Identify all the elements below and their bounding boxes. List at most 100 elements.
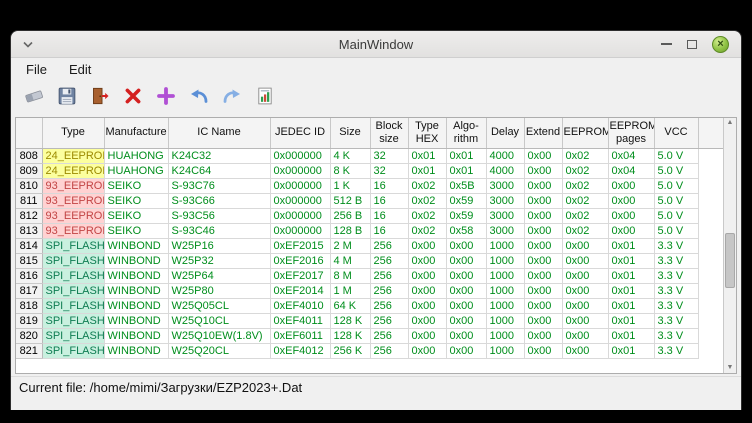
- cell-manufacture[interactable]: WINBOND: [104, 343, 168, 358]
- column-header[interactable]: Size: [330, 118, 370, 148]
- cell-size[interactable]: 1 K: [330, 178, 370, 193]
- cell-ic_name[interactable]: S-93C66: [168, 193, 270, 208]
- window-menu-chevron-icon[interactable]: [23, 41, 33, 48]
- cell-eeprom[interactable]: 0x00: [562, 298, 608, 313]
- cell-type[interactable]: 93_EEPROM: [42, 208, 104, 223]
- cell-eeprom[interactable]: 0x02: [562, 223, 608, 238]
- cell-vcc[interactable]: 3.3 V: [654, 328, 698, 343]
- cell-delay[interactable]: 1000: [486, 343, 524, 358]
- row-number[interactable]: 821: [16, 343, 42, 358]
- cell-eeprom_pages[interactable]: 0x04: [608, 163, 654, 178]
- column-header[interactable]: VCC: [654, 118, 698, 148]
- cell-vcc[interactable]: 5.0 V: [654, 193, 698, 208]
- row-number[interactable]: 817: [16, 283, 42, 298]
- cell-eeprom[interactable]: 0x00: [562, 313, 608, 328]
- row-number[interactable]: 810: [16, 178, 42, 193]
- cell-vcc[interactable]: 5.0 V: [654, 148, 698, 163]
- cell-jedec_id[interactable]: 0x000000: [270, 223, 330, 238]
- cell-jedec_id[interactable]: 0xEF4011: [270, 313, 330, 328]
- cell-size[interactable]: 2 M: [330, 238, 370, 253]
- column-header[interactable]: Type HEX: [408, 118, 446, 148]
- cell-jedec_id[interactable]: 0x000000: [270, 163, 330, 178]
- cell-type_hex[interactable]: 0x00: [408, 238, 446, 253]
- cell-delay[interactable]: 3000: [486, 178, 524, 193]
- cell-size[interactable]: 1 M: [330, 283, 370, 298]
- cell-type[interactable]: 93_EEPROM: [42, 193, 104, 208]
- cell-extend[interactable]: 0x00: [524, 328, 562, 343]
- cell-ic_name[interactable]: W25P64: [168, 268, 270, 283]
- cell-vcc[interactable]: 5.0 V: [654, 208, 698, 223]
- cell-algorithm[interactable]: 0x00: [446, 343, 486, 358]
- cell-jedec_id[interactable]: 0xEF4012: [270, 343, 330, 358]
- cell-delay[interactable]: 4000: [486, 163, 524, 178]
- column-header[interactable]: Block size: [370, 118, 408, 148]
- cell-delay[interactable]: 3000: [486, 208, 524, 223]
- menu-edit[interactable]: Edit: [66, 60, 94, 79]
- cell-size[interactable]: 64 K: [330, 298, 370, 313]
- table-row[interactable]: 816SPI_FLASHWINBONDW25P640xEF20178 M2560…: [16, 268, 723, 283]
- cell-type[interactable]: 93_EEPROM: [42, 223, 104, 238]
- cell-type[interactable]: SPI_FLASH: [42, 238, 104, 253]
- cell-vcc[interactable]: 3.3 V: [654, 238, 698, 253]
- cell-eeprom[interactable]: 0x00: [562, 283, 608, 298]
- cell-block_size[interactable]: 256: [370, 298, 408, 313]
- row-number[interactable]: 811: [16, 193, 42, 208]
- cell-eeprom_pages[interactable]: 0x04: [608, 148, 654, 163]
- cell-vcc[interactable]: 5.0 V: [654, 223, 698, 238]
- cell-type_hex[interactable]: 0x00: [408, 343, 446, 358]
- erase-button[interactable]: [21, 84, 46, 109]
- cell-jedec_id[interactable]: 0x000000: [270, 193, 330, 208]
- row-number[interactable]: 820: [16, 328, 42, 343]
- row-number[interactable]: 809: [16, 163, 42, 178]
- cell-extend[interactable]: 0x00: [524, 178, 562, 193]
- cell-block_size[interactable]: 16: [370, 208, 408, 223]
- undo-button[interactable]: [186, 84, 211, 109]
- cell-eeprom[interactable]: 0x00: [562, 238, 608, 253]
- cell-jedec_id[interactable]: 0xEF4010: [270, 298, 330, 313]
- cell-eeprom[interactable]: 0x02: [562, 163, 608, 178]
- cell-ic_name[interactable]: W25Q10CL: [168, 313, 270, 328]
- table-row[interactable]: 81393_EEPROMSEIKOS-93C460x000000128 B160…: [16, 223, 723, 238]
- cell-extend[interactable]: 0x00: [524, 223, 562, 238]
- cell-eeprom_pages[interactable]: 0x00: [608, 193, 654, 208]
- cell-type_hex[interactable]: 0x02: [408, 178, 446, 193]
- add-button[interactable]: [153, 84, 178, 109]
- cell-block_size[interactable]: 256: [370, 328, 408, 343]
- cell-block_size[interactable]: 256: [370, 343, 408, 358]
- cell-extend[interactable]: 0x00: [524, 343, 562, 358]
- cell-jedec_id[interactable]: 0x000000: [270, 208, 330, 223]
- cell-eeprom[interactable]: 0x02: [562, 193, 608, 208]
- cell-size[interactable]: 128 K: [330, 328, 370, 343]
- cell-size[interactable]: 8 K: [330, 163, 370, 178]
- cell-manufacture[interactable]: SEIKO: [104, 178, 168, 193]
- column-header[interactable]: EEPROM pages: [608, 118, 654, 148]
- close-button[interactable]: ×: [712, 36, 729, 53]
- cell-extend[interactable]: 0x00: [524, 193, 562, 208]
- cell-eeprom[interactable]: 0x02: [562, 178, 608, 193]
- delete-button[interactable]: [120, 84, 145, 109]
- cell-size[interactable]: 128 K: [330, 313, 370, 328]
- cell-delay[interactable]: 1000: [486, 238, 524, 253]
- table-row[interactable]: 814SPI_FLASHWINBONDW25P160xEF20152 M2560…: [16, 238, 723, 253]
- cell-size[interactable]: 512 B: [330, 193, 370, 208]
- cell-extend[interactable]: 0x00: [524, 253, 562, 268]
- row-number[interactable]: 815: [16, 253, 42, 268]
- corner-header[interactable]: [16, 118, 42, 148]
- cell-jedec_id[interactable]: 0xEF2014: [270, 283, 330, 298]
- cell-delay[interactable]: 1000: [486, 253, 524, 268]
- cell-eeprom_pages[interactable]: 0x01: [608, 238, 654, 253]
- cell-ic_name[interactable]: W25P80: [168, 283, 270, 298]
- cell-block_size[interactable]: 32: [370, 163, 408, 178]
- scrollbar-up-icon[interactable]: ▲: [724, 118, 736, 128]
- cell-eeprom_pages[interactable]: 0x01: [608, 268, 654, 283]
- cell-size[interactable]: 8 M: [330, 268, 370, 283]
- table-row[interactable]: 820SPI_FLASHWINBONDW25Q10EW(1.8V)0xEF601…: [16, 328, 723, 343]
- cell-eeprom_pages[interactable]: 0x00: [608, 178, 654, 193]
- cell-type[interactable]: 24_EEPROM: [42, 163, 104, 178]
- cell-manufacture[interactable]: SEIKO: [104, 193, 168, 208]
- cell-algorithm[interactable]: 0x00: [446, 328, 486, 343]
- cell-algorithm[interactable]: 0x59: [446, 193, 486, 208]
- cell-block_size[interactable]: 32: [370, 148, 408, 163]
- export-excel-button[interactable]: [252, 84, 277, 109]
- minimize-button[interactable]: [661, 43, 672, 45]
